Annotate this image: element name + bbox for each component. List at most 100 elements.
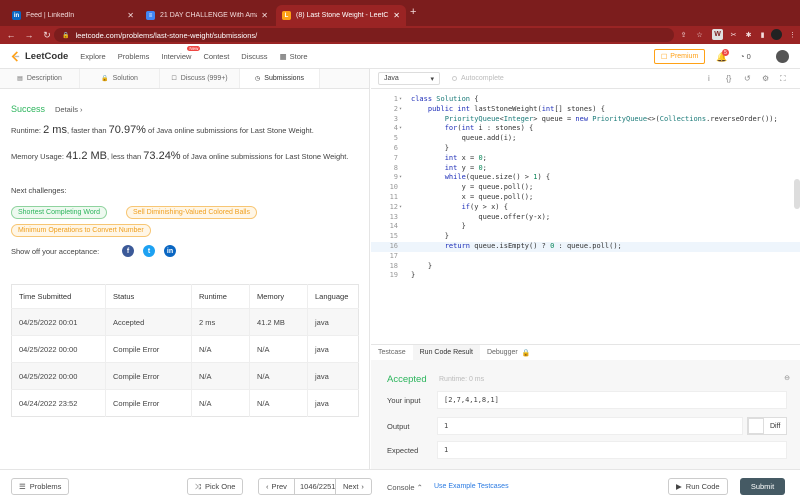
column-header[interactable]: Memory bbox=[249, 284, 308, 309]
share-icon[interactable]: ⇪ bbox=[678, 29, 689, 40]
nav-store[interactable]: ▦ Store bbox=[280, 52, 308, 61]
browser-tab-doc[interactable]: ≡ 21 DAY CHALLENGE With Ama ✕ bbox=[140, 5, 274, 26]
console-toggle[interactable]: Console ⌃ bbox=[387, 483, 423, 492]
leetcode-logo[interactable]: LeetCode bbox=[10, 51, 68, 62]
close-icon[interactable]: ✕ bbox=[393, 11, 400, 20]
profile-avatar[interactable] bbox=[771, 29, 782, 40]
autocomplete-toggle[interactable]: Autocomplete bbox=[452, 75, 504, 82]
problems-button[interactable]: ☰ Problems bbox=[11, 478, 70, 495]
table-row[interactable]: 04/25/2022 00:00 Compile Error N/A N/A j… bbox=[11, 362, 359, 390]
settings-icon[interactable]: ⚙ bbox=[762, 74, 769, 83]
code-line[interactable]: 17 bbox=[371, 252, 800, 262]
code-line[interactable]: 6 } bbox=[371, 144, 800, 154]
sidebar-icon[interactable]: ▮ bbox=[757, 29, 768, 40]
fold-icon[interactable]: ▾ bbox=[399, 173, 402, 183]
user-avatar[interactable] bbox=[776, 50, 789, 63]
linkedin-share-icon[interactable]: in bbox=[164, 245, 176, 257]
code-line[interactable]: 7 int x = 0; bbox=[371, 154, 800, 164]
premium-button[interactable]: ☐ Premium bbox=[654, 49, 706, 64]
fold-icon[interactable]: ▾ bbox=[399, 105, 402, 115]
tab-testcase[interactable]: Testcase bbox=[371, 345, 413, 361]
code-line[interactable]: 14 } bbox=[371, 222, 800, 232]
url-input[interactable]: 🔒 leetcode.com/problems/last-stone-weigh… bbox=[54, 28, 674, 42]
cell-status[interactable]: Accepted bbox=[105, 308, 192, 336]
table-row[interactable]: 04/24/2022 23:52 Compile Error N/A N/A j… bbox=[11, 389, 359, 417]
code-line[interactable]: 5 queue.add(i); bbox=[371, 134, 800, 144]
close-icon[interactable]: ✕ bbox=[127, 11, 134, 20]
code-line[interactable]: 12 ▾ if(y > x) { bbox=[371, 203, 800, 213]
details-link[interactable]: Details › bbox=[55, 105, 83, 114]
scissors-icon[interactable]: ✂ bbox=[728, 29, 739, 40]
pick-one-button[interactable]: ⤨ Pick One bbox=[187, 478, 244, 495]
language-select[interactable]: Java ▾ bbox=[378, 72, 440, 85]
tab-run-code-result[interactable]: Run Code Result bbox=[412, 344, 480, 361]
collapse-icon[interactable]: ⊖ bbox=[784, 374, 790, 382]
column-header[interactable]: Language bbox=[308, 285, 359, 309]
memory-summary: Memory Usage: 41.2 MB, less than 73.24% … bbox=[11, 151, 351, 162]
nav-contest[interactable]: Contest bbox=[203, 52, 229, 61]
cell-status[interactable]: Compile Error bbox=[105, 362, 192, 390]
fold-icon[interactable]: ▾ bbox=[399, 203, 402, 213]
fold-icon[interactable]: ▾ bbox=[399, 124, 402, 134]
info-icon[interactable]: i bbox=[708, 74, 710, 83]
puzzle-icon[interactable]: ✱ bbox=[743, 29, 754, 40]
run-code-button[interactable]: ▶ Run Code bbox=[668, 478, 728, 495]
tab-debugger[interactable]: Debugger 🔒 bbox=[480, 345, 537, 361]
table-row[interactable]: 04/25/2022 00:01 Accepted 2 ms 41.2 MB j… bbox=[11, 308, 359, 336]
code-line[interactable]: 16 return queue.isEmpty() ? 0 : queue.po… bbox=[371, 242, 800, 252]
fullscreen-icon[interactable]: ⛶ bbox=[780, 74, 786, 84]
challenge-chip[interactable]: Shortest Completing Word bbox=[11, 206, 107, 219]
diff-toggle[interactable]: Diff bbox=[747, 417, 787, 435]
tab-submissions[interactable]: ◷ Submissions bbox=[240, 69, 320, 88]
menu-icon[interactable]: ⋮ bbox=[787, 29, 798, 40]
browser-tab-linkedin[interactable]: in Feed | LinkedIn ✕ bbox=[6, 5, 140, 26]
back-icon[interactable]: ← bbox=[4, 30, 18, 40]
table-row[interactable]: 04/25/2022 00:00 Compile Error N/A N/A j… bbox=[11, 335, 359, 363]
code-line[interactable]: 1 ▾ class Solution { bbox=[371, 95, 800, 105]
new-tab-icon[interactable]: + bbox=[410, 6, 416, 18]
code-line[interactable]: 10 y = queue.poll(); bbox=[371, 183, 800, 193]
fold-icon[interactable]: ▾ bbox=[399, 95, 402, 105]
star-icon[interactable]: ☆ bbox=[694, 29, 705, 40]
column-header[interactable]: Status bbox=[105, 284, 192, 309]
code-line[interactable]: 3 PriorityQueue<Integer> queue = new Pri… bbox=[371, 115, 800, 125]
code-line[interactable]: 13 queue.offer(y-x); bbox=[371, 213, 800, 223]
column-header[interactable]: Time Submitted bbox=[11, 284, 106, 309]
code-line[interactable]: 11 x = queue.poll(); bbox=[371, 193, 800, 203]
code-line[interactable]: 19} bbox=[371, 271, 800, 281]
code-line[interactable]: 18 } bbox=[371, 262, 800, 272]
code-line[interactable]: 8 int y = 0; bbox=[371, 164, 800, 174]
nav-interview[interactable]: Interview New bbox=[161, 45, 201, 61]
code-line[interactable]: 9 ▾ while(queue.size() > 1) { bbox=[371, 173, 800, 183]
use-example-testcases[interactable]: Use Example Testcases bbox=[434, 483, 509, 490]
submit-button[interactable]: Submit bbox=[740, 478, 785, 495]
word-extension-icon[interactable]: W bbox=[712, 29, 723, 40]
braces-icon[interactable]: {} bbox=[726, 74, 731, 83]
twitter-icon[interactable]: t bbox=[143, 245, 155, 257]
reset-icon[interactable]: ↺ bbox=[744, 74, 751, 83]
challenge-chip[interactable]: Minimum Operations to Convert Number bbox=[11, 224, 151, 237]
tab-solution[interactable]: 🔒 Solution bbox=[80, 69, 160, 88]
column-header[interactable]: Runtime bbox=[191, 284, 250, 309]
forward-icon[interactable]: → bbox=[22, 30, 36, 40]
code-line[interactable]: 15 } bbox=[371, 232, 800, 242]
code-line[interactable]: 4 ▾ for(int i : stones) { bbox=[371, 124, 800, 134]
challenge-chip[interactable]: Sell Diminishing-Valued Colored Balls bbox=[126, 206, 257, 219]
prev-button[interactable]: ‹ Prev bbox=[258, 478, 295, 495]
nav-discuss[interactable]: Discuss bbox=[241, 52, 267, 61]
close-icon[interactable]: ✕ bbox=[261, 11, 268, 20]
cell-status[interactable]: Compile Error bbox=[105, 389, 192, 417]
browser-tab-leetcode[interactable]: L (8) Last Stone Weight - LeetC ✕ bbox=[276, 5, 406, 26]
code-line[interactable]: 2 ▾ public int lastStoneWeight(int[] ston… bbox=[371, 105, 800, 115]
next-button[interactable]: Next › bbox=[335, 478, 372, 495]
new-badge: New bbox=[187, 45, 201, 51]
facebook-icon[interactable]: f bbox=[122, 245, 134, 257]
coins-button[interactable]: ◔ 0 bbox=[740, 52, 751, 61]
tab-description[interactable]: ▤ Description bbox=[0, 69, 80, 88]
cell-status[interactable]: Compile Error bbox=[105, 335, 192, 363]
reload-icon[interactable]: ↻ bbox=[40, 30, 54, 41]
nav-explore[interactable]: Explore bbox=[80, 52, 105, 61]
tab-discuss[interactable]: ☐ Discuss (999+) bbox=[160, 69, 240, 88]
code-editor[interactable]: 1 ▾ class Solution {2 ▾ public int lastSton… bbox=[371, 89, 800, 344]
nav-problems[interactable]: Problems bbox=[118, 52, 150, 61]
